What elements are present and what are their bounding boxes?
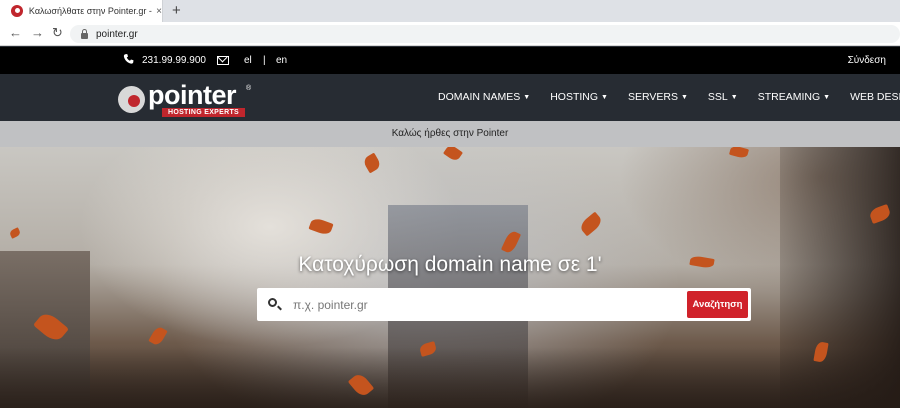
back-arrow-icon[interactable]: ← <box>9 25 22 40</box>
menu-domain-names[interactable]: DOMAIN NAMES ▼ <box>438 91 530 103</box>
pointer-favicon-icon <box>11 5 23 17</box>
hero-section: Κατοχύρωση domain name σε 1' Αναζήτηση <box>0 147 900 408</box>
domain-search-bar: Αναζήτηση <box>257 288 751 321</box>
url-text: pointer.gr <box>96 28 138 40</box>
menu-servers[interactable]: SERVERS ▼ <box>628 91 688 103</box>
leaf-decoration-icon <box>729 147 749 160</box>
registered-mark: ® <box>246 85 252 92</box>
chevron-down-icon: ▼ <box>680 94 688 101</box>
menu-streaming[interactable]: STREAMING ▼ <box>758 91 830 103</box>
chevron-down-icon: ▼ <box>823 94 831 101</box>
chevron-down-icon: ▼ <box>730 94 738 101</box>
login-link[interactable]: Σύνδεση <box>848 55 886 66</box>
main-menu: DOMAIN NAMES ▼ HOSTING ▼ SERVERS ▼ SSL ▼ STR… <box>438 91 900 103</box>
hero-background-ground <box>0 347 900 408</box>
menu-label: SSL <box>707 91 728 103</box>
menu-hosting[interactable]: HOSTING ▼ <box>550 91 608 103</box>
menu-label: WEB DESIGN <box>850 91 900 103</box>
forward-arrow-icon[interactable]: → <box>31 25 44 40</box>
language-el-link[interactable]: el <box>244 55 252 66</box>
menu-label: HOSTING <box>550 91 599 103</box>
logo-tagline: HOSTING EXPERTS <box>162 108 245 117</box>
leaf-decoration-icon <box>443 147 463 163</box>
logo-wordmark: pointer <box>148 80 237 110</box>
lock-icon <box>81 29 88 39</box>
browser-tab[interactable]: Καλωσήλθατε στην Pointer.gr - Η × <box>0 0 163 22</box>
chevron-down-icon: ▼ <box>601 94 608 101</box>
address-bar[interactable]: pointer.gr <box>70 25 900 43</box>
menu-label: DOMAIN NAMES <box>438 91 521 103</box>
tab-close-icon[interactable]: × <box>156 6 162 17</box>
menu-label: SERVERS <box>627 91 678 103</box>
browser-toolbar: ← → ↻ pointer.gr <box>0 22 900 46</box>
mail-icon[interactable] <box>217 56 229 65</box>
hero-title: Κατοχύρωση domain name σε 1' <box>298 253 602 276</box>
leaf-decoration-icon <box>578 211 604 237</box>
search-button[interactable]: Αναζήτηση <box>687 291 748 318</box>
browser-tabstrip: Καλωσήλθατε στην Pointer.gr - Η × + <box>0 0 900 22</box>
main-header: pointer HOSTING EXPERTS ® DOMAIN NAMES ▼ … <box>0 74 900 121</box>
phone-icon <box>123 54 134 64</box>
leaf-decoration-icon <box>361 152 383 174</box>
welcome-banner: Καλώς ήρθες στην Pointer <box>0 121 900 147</box>
chevron-down-icon: ▼ <box>523 94 531 101</box>
pointer-logo-mark-icon <box>118 86 145 113</box>
menu-ssl[interactable]: SSL ▼ <box>708 91 738 103</box>
search-icon <box>268 298 277 307</box>
phone-number[interactable]: 231.99.99.900 <box>142 55 206 66</box>
language-separator: | <box>263 55 266 66</box>
domain-search-input[interactable] <box>293 288 683 321</box>
tab-title: Καλωσήλθατε στην Pointer.gr - Η <box>28 6 155 16</box>
top-utility-bar: 231.99.99.900 el | en Σύνδεση <box>0 47 900 74</box>
menu-web-design[interactable]: WEB DESIGN▼ <box>850 91 900 103</box>
menu-label: STREAMING <box>757 91 821 103</box>
new-tab-button[interactable]: + <box>172 2 181 19</box>
pointer-logo[interactable]: pointer HOSTING EXPERTS ® <box>118 80 253 118</box>
reload-icon[interactable]: ↻ <box>52 25 63 41</box>
language-en-link[interactable]: en <box>276 55 287 66</box>
leaf-decoration-icon <box>308 216 334 237</box>
leaf-decoration-icon <box>148 325 168 347</box>
leaf-decoration-icon <box>8 227 22 239</box>
